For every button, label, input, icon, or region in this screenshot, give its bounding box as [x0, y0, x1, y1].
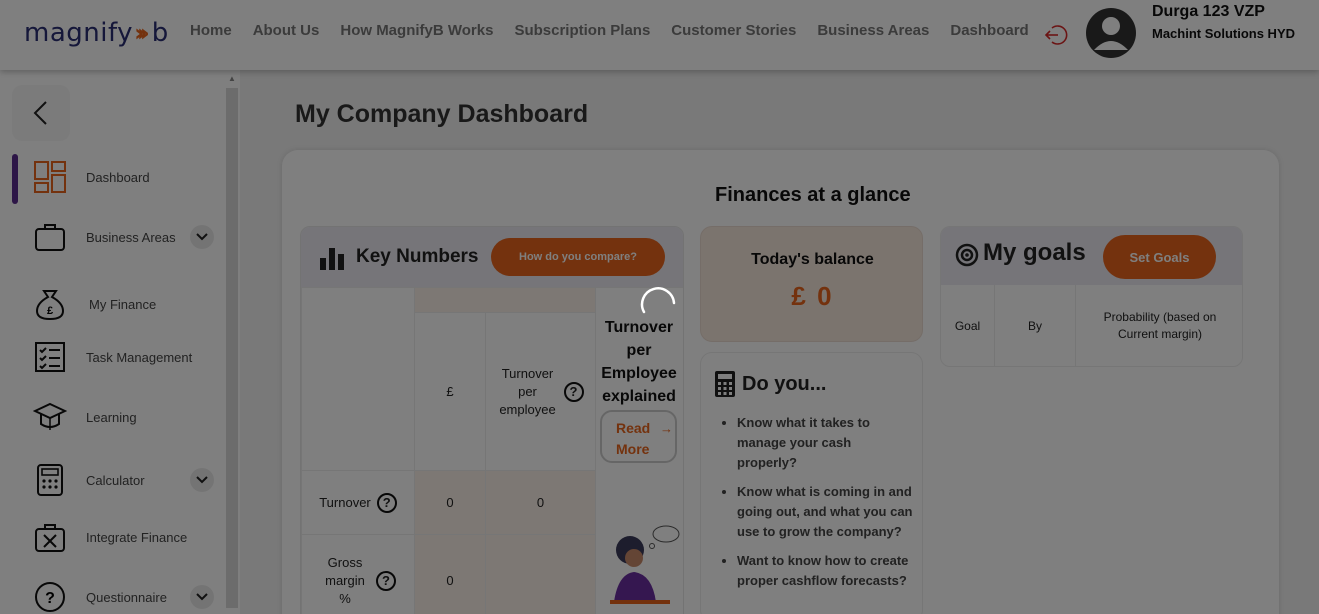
loading-spinner-icon — [640, 287, 676, 314]
